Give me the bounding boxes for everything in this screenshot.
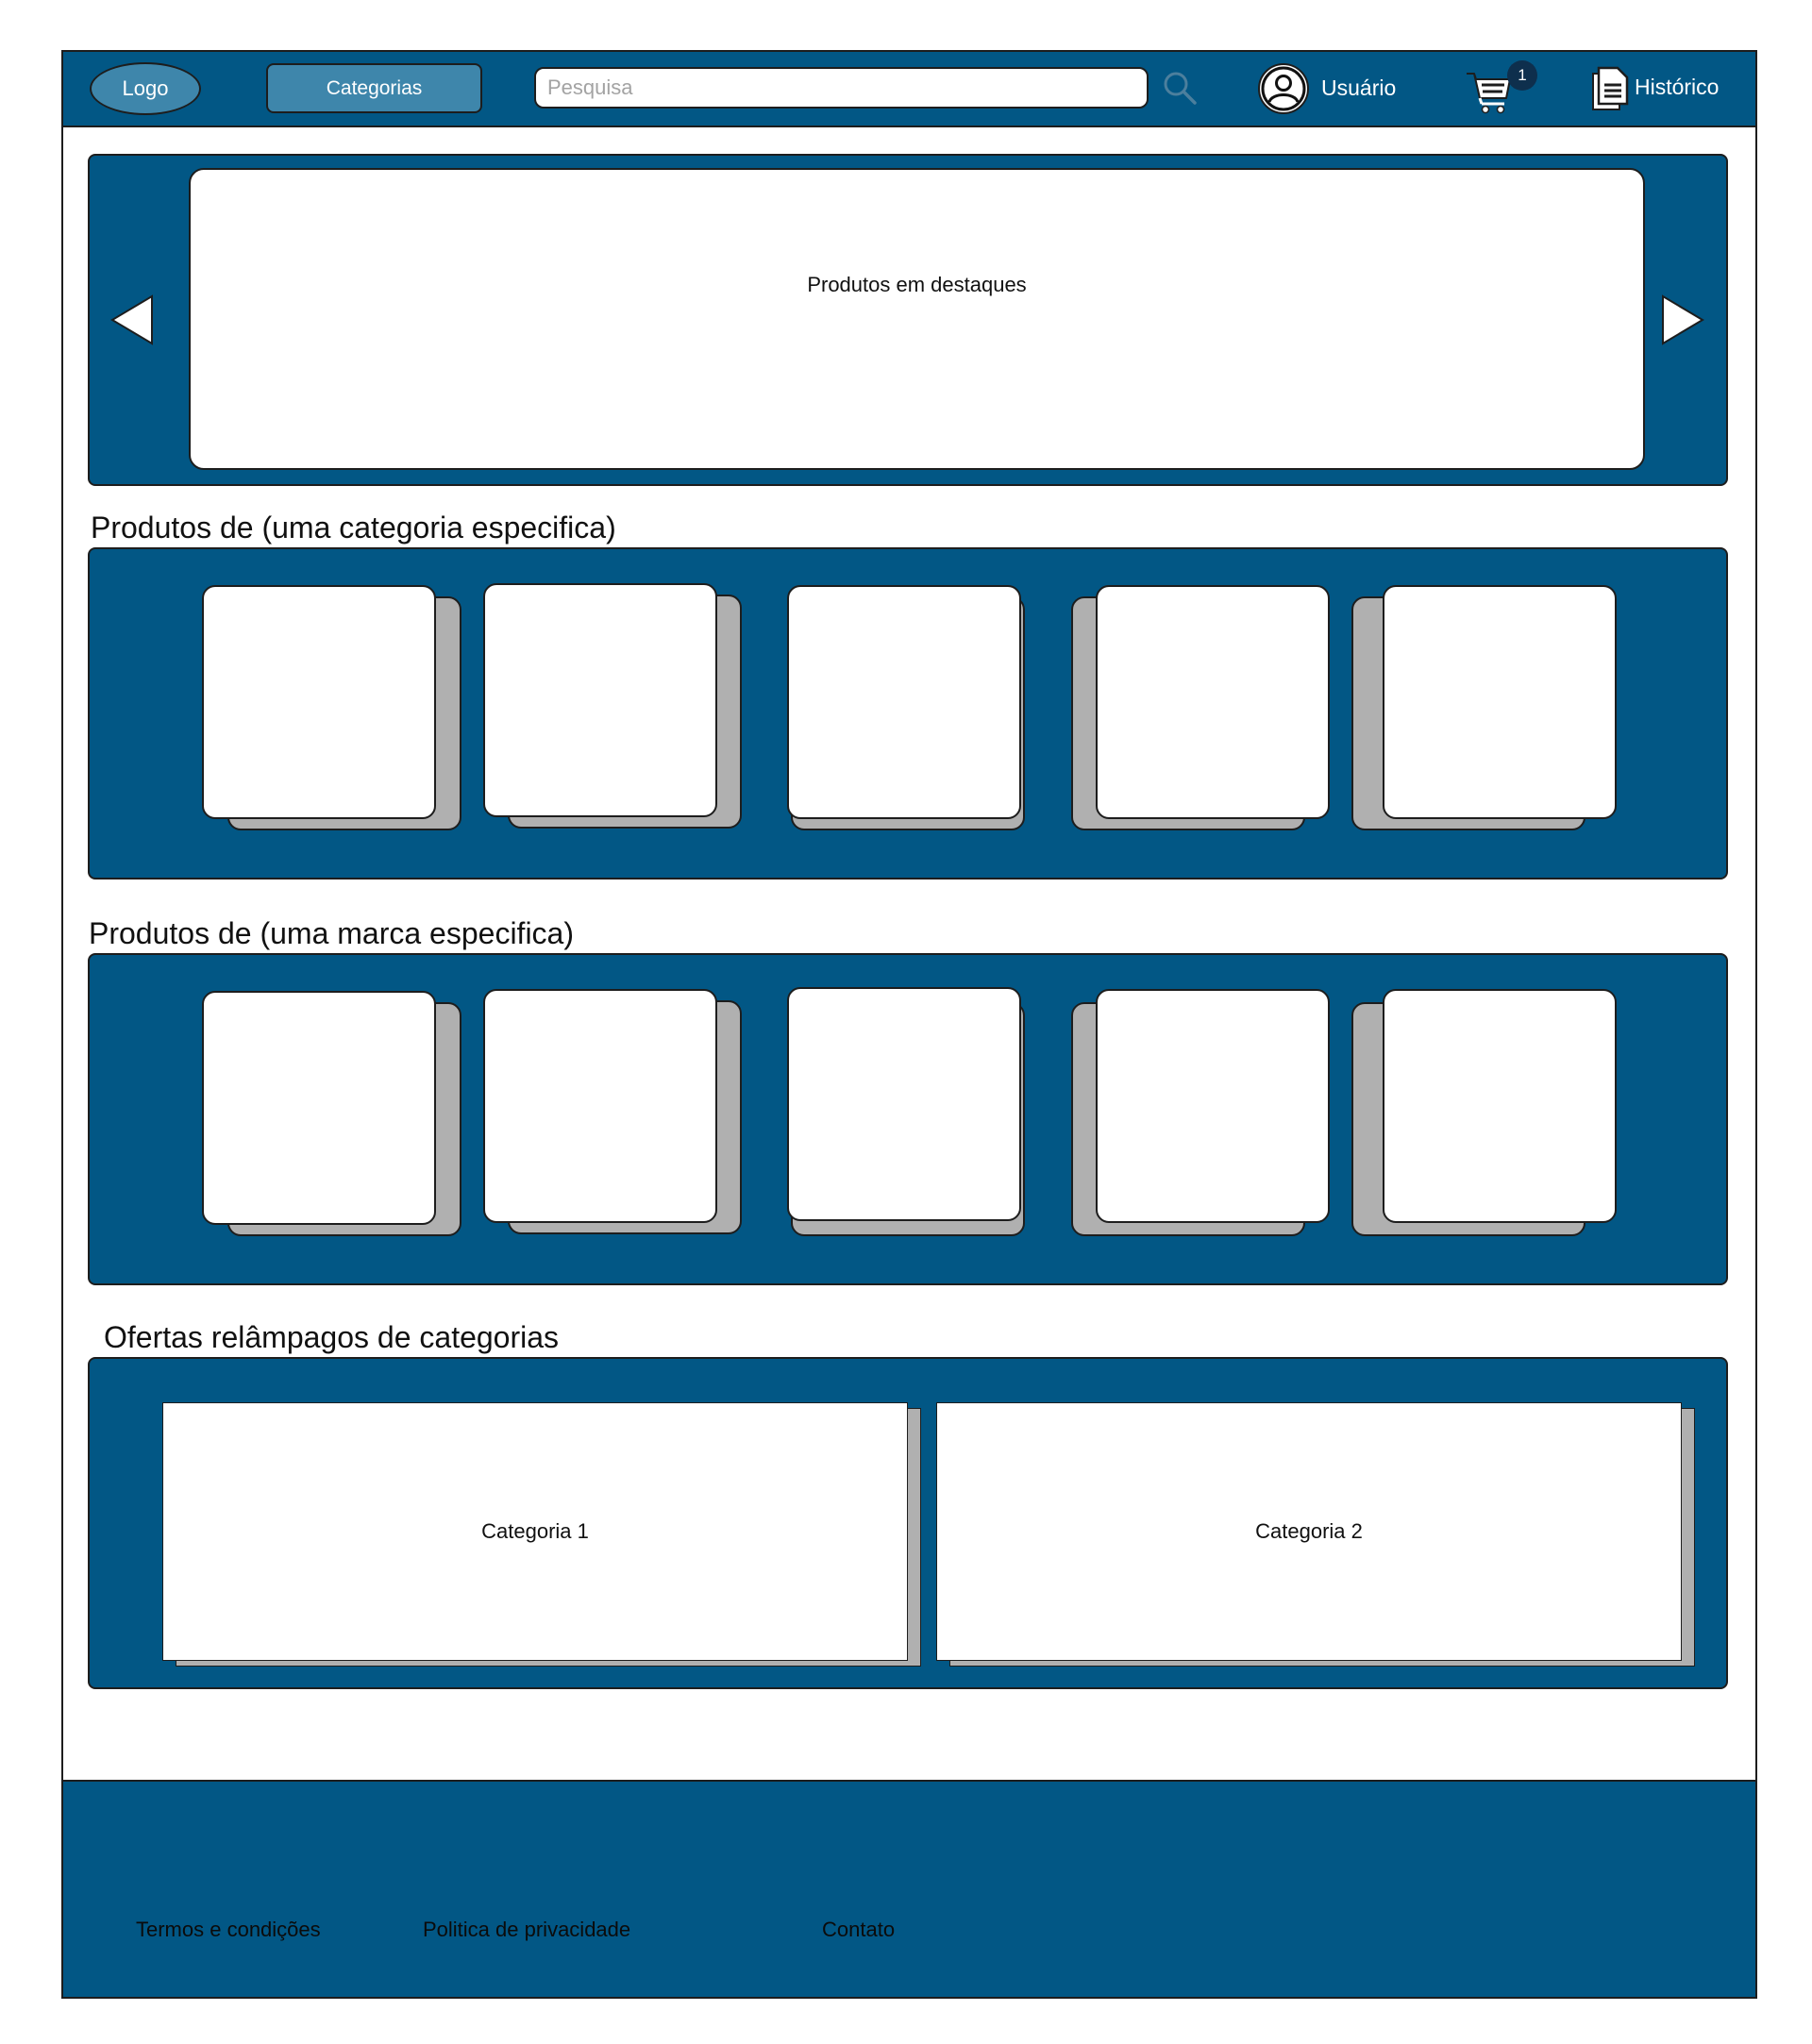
footer-privacy-link[interactable]: Politica de privacidade	[423, 1918, 630, 1942]
footer-terms-link[interactable]: Termos e condições	[136, 1918, 321, 1942]
flash-category-card-1[interactable]: Categoria 1	[162, 1402, 908, 1661]
carousel-next-arrow-icon[interactable]	[1659, 293, 1706, 346]
product-card[interactable]	[787, 987, 1021, 1221]
product-card[interactable]	[1096, 585, 1330, 819]
carousel-prev-arrow-icon[interactable]	[109, 293, 156, 346]
featured-slide[interactable]	[189, 168, 1645, 470]
product-card[interactable]	[1383, 585, 1617, 819]
product-card[interactable]	[483, 989, 717, 1223]
history-icon[interactable]	[1589, 64, 1631, 113]
product-card[interactable]	[787, 585, 1021, 819]
footer	[61, 1780, 1757, 1999]
search-icon[interactable]	[1161, 69, 1199, 107]
product-card[interactable]	[1096, 989, 1330, 1223]
footer-contact-link[interactable]: Contato	[822, 1918, 895, 1942]
product-card[interactable]	[202, 585, 436, 819]
featured-text: Produtos em destaques	[807, 273, 1027, 296]
logo[interactable]: Logo	[90, 62, 201, 115]
flash-section-title: Ofertas relâmpagos de categorias	[104, 1320, 560, 1354]
flash-category-card-2[interactable]: Categoria 2	[936, 1402, 1682, 1661]
user-label[interactable]: Usuário	[1321, 75, 1396, 101]
history-label[interactable]: Histórico	[1635, 75, 1719, 100]
category-section-title: Produtos de (uma categoria especifica)	[91, 511, 616, 545]
product-card[interactable]	[483, 583, 717, 817]
search-input[interactable]	[534, 67, 1149, 109]
categories-button[interactable]: Categorias	[266, 63, 482, 113]
product-card[interactable]	[1383, 989, 1617, 1223]
brand-section-title: Produtos de (uma marca especifica)	[89, 916, 574, 950]
product-card[interactable]	[202, 991, 436, 1225]
cart-count-badge: 1	[1507, 60, 1537, 91]
user-icon[interactable]	[1257, 62, 1310, 115]
